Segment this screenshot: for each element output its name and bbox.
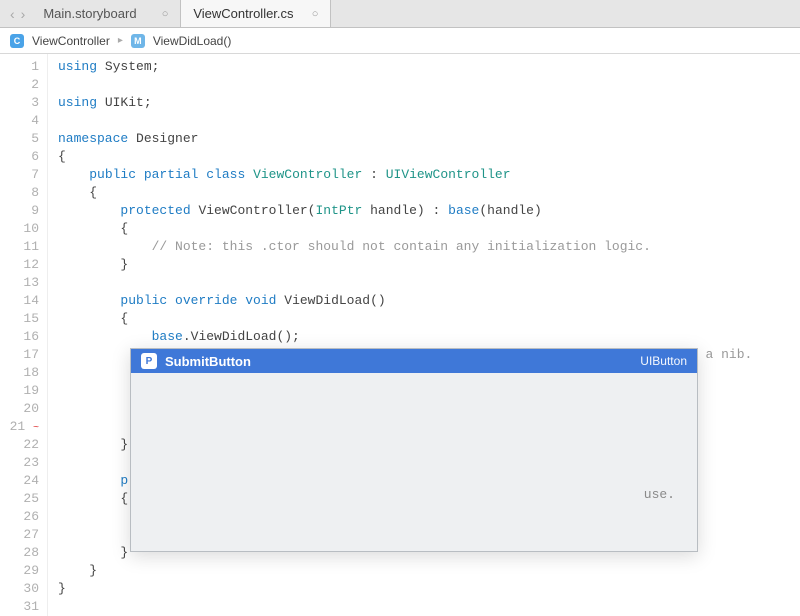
line-number: 23 (0, 454, 39, 472)
line-number: 17 (0, 346, 39, 364)
line-number: 2 (0, 76, 39, 94)
method-icon: M (131, 34, 145, 48)
autocomplete-item[interactable]: P SubmitButton UIButton (131, 349, 697, 373)
nav-forward-icon[interactable]: › (21, 6, 26, 22)
line-number: 29 (0, 562, 39, 580)
code-line[interactable]: // Note: this .ctor should not contain a… (58, 238, 800, 256)
line-number: 3 (0, 94, 39, 112)
tab-bar: ‹ › Main.storyboard ○ ViewController.cs … (0, 0, 800, 28)
breadcrumb-class[interactable]: ViewController (32, 34, 110, 48)
line-number: 20 (0, 400, 39, 418)
code-line[interactable]: } (58, 256, 800, 274)
code-line[interactable]: { (58, 184, 800, 202)
autocomplete-type: UIButton (640, 354, 687, 368)
tabbar-empty (331, 0, 800, 27)
line-number: 18 (0, 364, 39, 382)
code-line[interactable]: base.ViewDidLoad(); (58, 328, 800, 346)
code-line[interactable]: namespace Designer (58, 130, 800, 148)
line-number: 26 (0, 508, 39, 526)
autocomplete-body: use. (131, 373, 697, 551)
line-number: 31 (0, 598, 39, 616)
line-number: 8 (0, 184, 39, 202)
close-icon[interactable]: ○ (146, 8, 169, 20)
code-line[interactable]: using UIKit; (58, 94, 800, 112)
code-line[interactable]: public override void ViewDidLoad() (58, 292, 800, 310)
code-line[interactable]: } (58, 580, 800, 598)
line-number: 12 (0, 256, 39, 274)
line-number: 10 (0, 220, 39, 238)
line-number: 22 (0, 436, 39, 454)
line-number: 25 (0, 490, 39, 508)
code-line[interactable]: { (58, 148, 800, 166)
line-number: 14 (0, 292, 39, 310)
line-number: 16 (0, 328, 39, 346)
nav-back-icon[interactable]: ‹ (10, 6, 15, 22)
obscured-text: use. (644, 487, 675, 502)
code-line[interactable]: } (58, 562, 800, 580)
code-line[interactable]: public partial class ViewController : UI… (58, 166, 800, 184)
autocomplete-popup: P SubmitButton UIButton use. (130, 348, 698, 552)
property-icon: P (141, 353, 157, 369)
line-number: 6 (0, 148, 39, 166)
line-number: 4 (0, 112, 39, 130)
line-number: 30 (0, 580, 39, 598)
line-number: 15 (0, 310, 39, 328)
line-number: 27 (0, 526, 39, 544)
close-icon[interactable]: ○ (296, 8, 319, 20)
line-number: 9 (0, 202, 39, 220)
line-number: 13 (0, 274, 39, 292)
tab-label: Main.storyboard (43, 6, 136, 21)
line-number: 7 (0, 166, 39, 184)
nav-arrows: ‹ › (0, 0, 31, 27)
tab-main-storyboard[interactable]: Main.storyboard ○ (31, 0, 181, 27)
code-line[interactable]: protected ViewController(IntPtr handle) … (58, 202, 800, 220)
autocomplete-name: SubmitButton (165, 354, 251, 369)
code-line[interactable] (58, 76, 800, 94)
breadcrumb-method[interactable]: ViewDidLoad() (153, 34, 232, 48)
breadcrumb: C ViewController ▸ M ViewDidLoad() (0, 28, 800, 54)
line-number: 19 (0, 382, 39, 400)
code-line[interactable] (58, 112, 800, 130)
line-number: 5 (0, 130, 39, 148)
code-line[interactable] (58, 598, 800, 616)
code-line[interactable]: using System; (58, 58, 800, 76)
tab-label: ViewController.cs (193, 6, 293, 21)
chevron-right-icon: ▸ (118, 35, 123, 46)
code-line[interactable]: { (58, 310, 800, 328)
line-number: 24 (0, 472, 39, 490)
code-line[interactable] (58, 274, 800, 292)
tab-viewcontroller[interactable]: ViewController.cs ○ (181, 0, 331, 27)
line-number: 1 (0, 58, 39, 76)
line-gutter: 123456789101112131415161718192021 ~22232… (0, 54, 48, 616)
line-number: 28 (0, 544, 39, 562)
line-number: 21 ~ (0, 418, 39, 436)
code-line[interactable]: { (58, 220, 800, 238)
class-icon: C (10, 34, 24, 48)
line-number: 11 (0, 238, 39, 256)
